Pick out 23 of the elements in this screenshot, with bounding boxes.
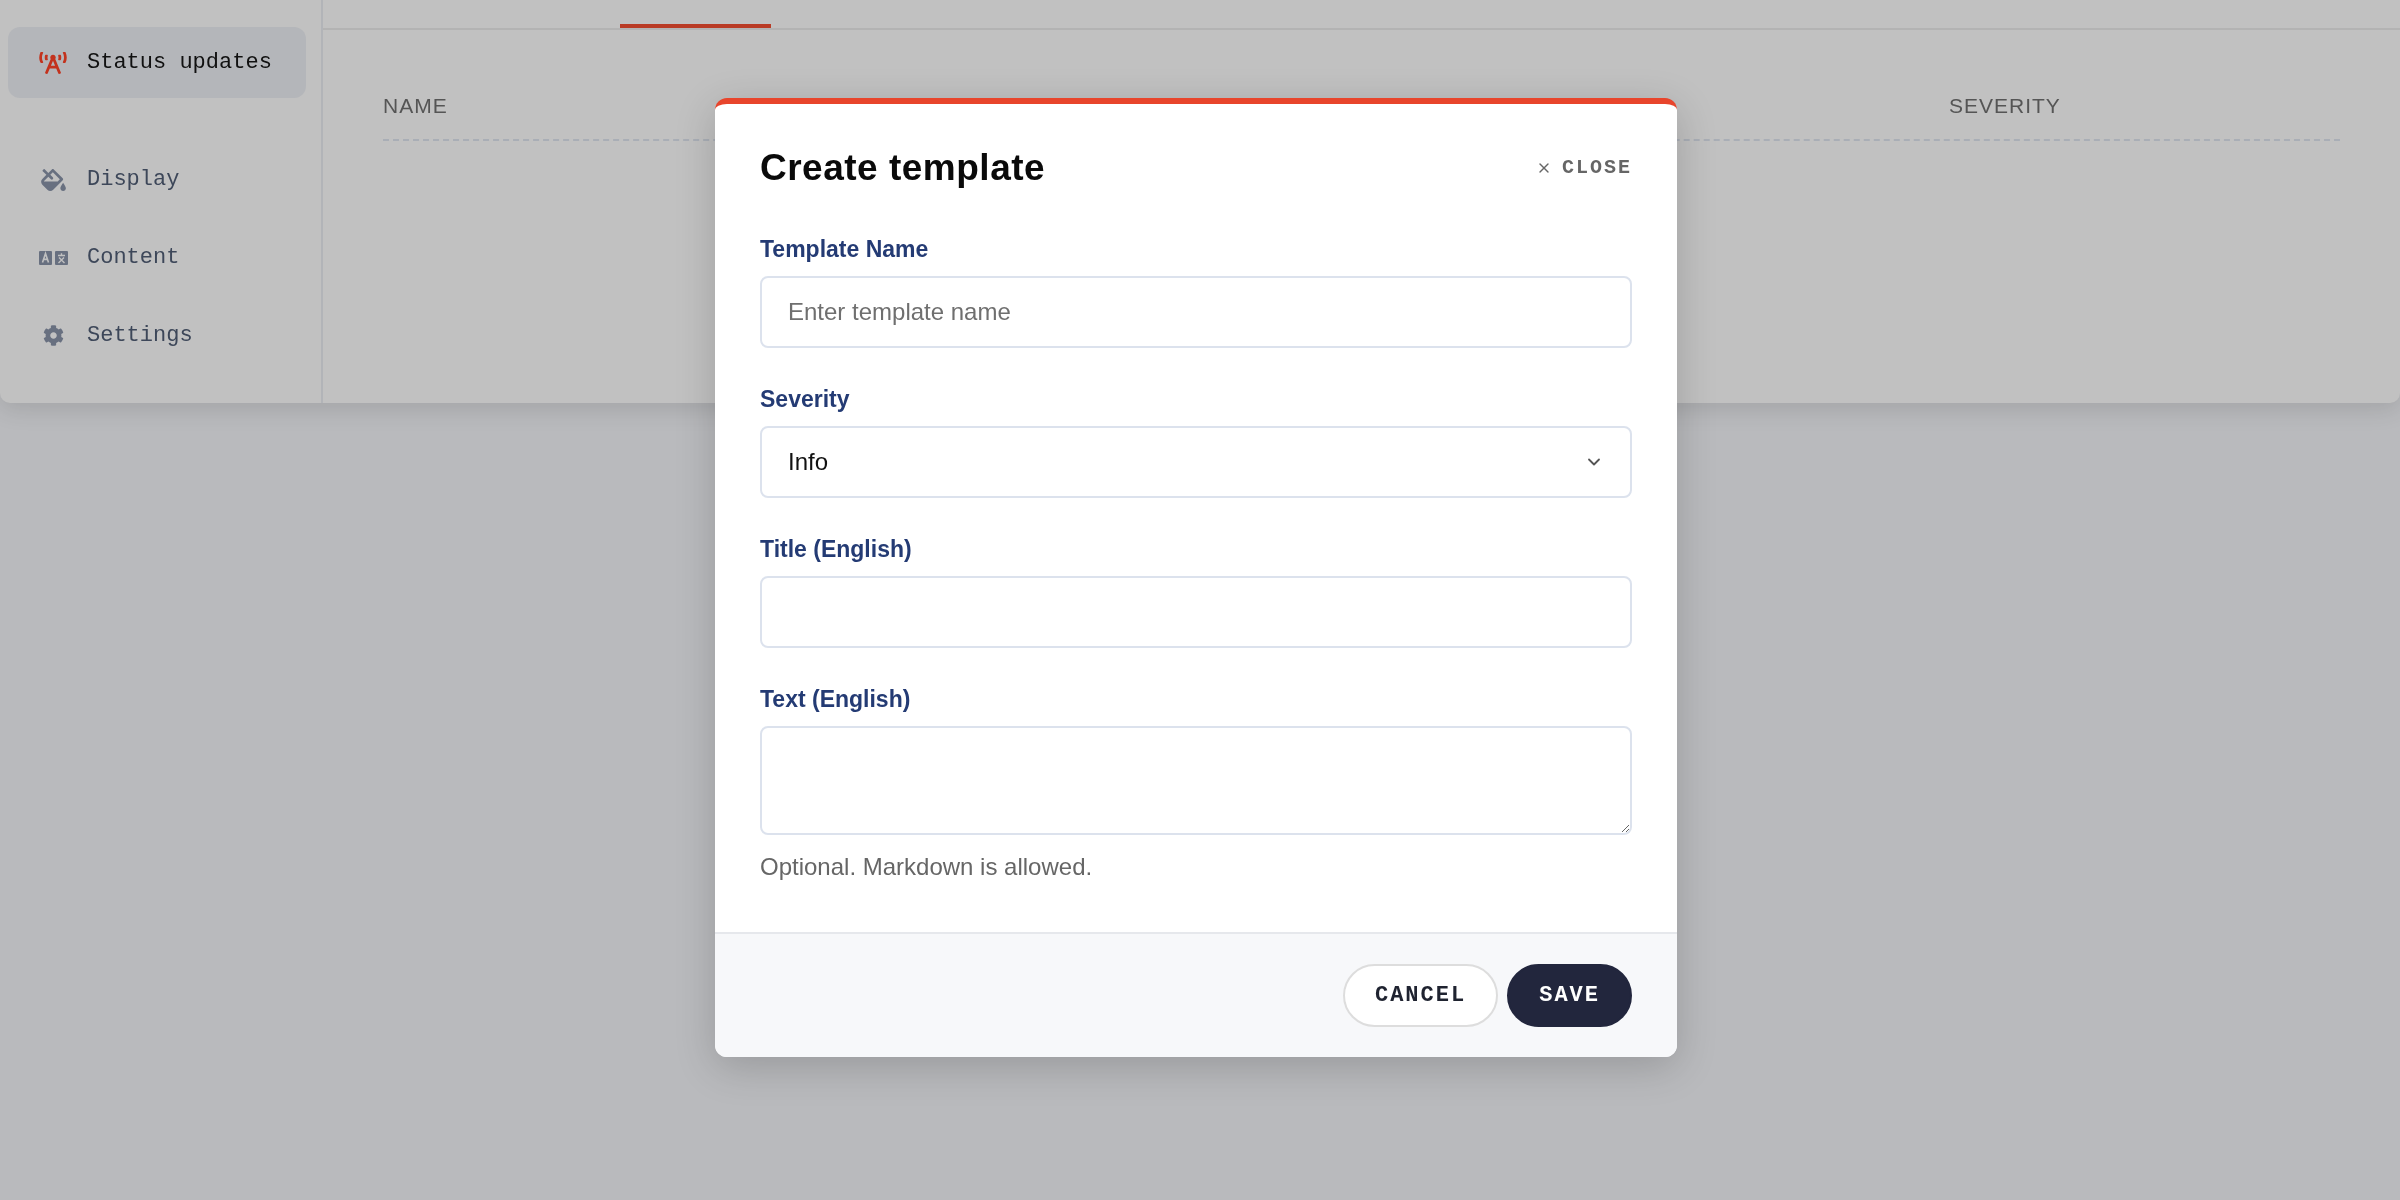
- select-field[interactable]: Info: [760, 426, 1632, 498]
- broadcast-tower-icon: [39, 51, 67, 74]
- textarea-field[interactable]: [760, 726, 1632, 835]
- cancel-button[interactable]: CANCEL: [1342, 964, 1499, 1027]
- sidebar-item[interactable]: Settings: [8, 300, 306, 371]
- gear-icon: [42, 325, 64, 346]
- sidebar-item[interactable]: Display: [8, 144, 306, 215]
- field-label: Title (English): [760, 535, 913, 564]
- close-button[interactable]: CLOSE: [1536, 153, 1632, 183]
- column-header: SEVERITY: [1949, 93, 2062, 119]
- column-header: NAME: [383, 93, 449, 119]
- paint-bucket-icon: [40, 168, 66, 191]
- sidebar-item[interactable]: Status updates: [8, 27, 306, 98]
- sidebar-item[interactable]: Content: [8, 222, 306, 293]
- field-label: Template Name: [760, 235, 930, 264]
- save-button[interactable]: SAVE: [1507, 964, 1632, 1027]
- field-label: Severity: [760, 385, 851, 414]
- translate-icon: [38, 250, 68, 265]
- input-field[interactable]: [760, 576, 1632, 648]
- dialog-title: Create template: [760, 148, 1046, 188]
- field-hint: Optional. Markdown is allowed.: [760, 852, 1094, 882]
- field-label: Text (English): [760, 685, 912, 714]
- input-field[interactable]: Enter template name: [760, 276, 1632, 348]
